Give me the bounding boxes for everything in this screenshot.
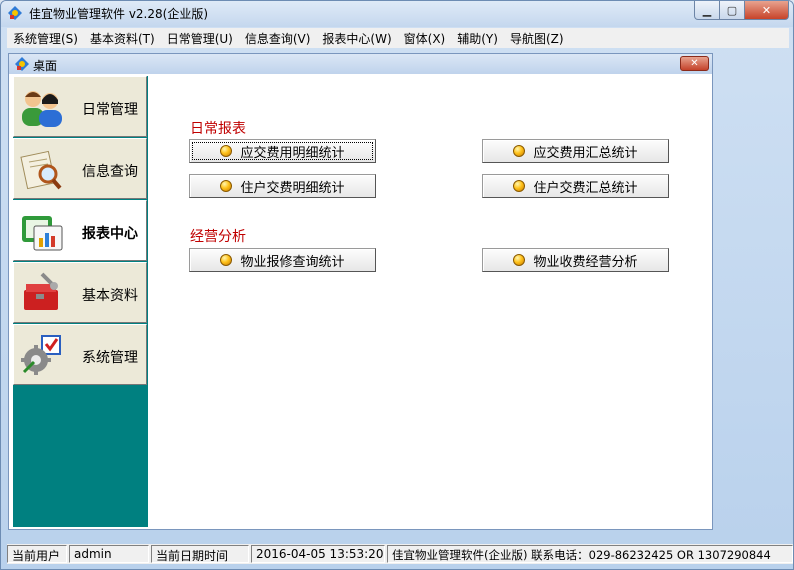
window-title: 佳宜物业管理软件 v2.28(企业版) bbox=[29, 7, 208, 21]
sidebar-item-label: 报表中心 bbox=[82, 226, 138, 242]
close-button[interactable]: ✕ bbox=[745, 1, 789, 20]
section-title-business-analysis: 经营分析 bbox=[190, 229, 246, 245]
button-label: 物业报修查询统计 bbox=[240, 254, 345, 270]
desktop-title: 桌面 bbox=[33, 59, 58, 73]
menu-basic-data[interactable]: 基本资料(T) bbox=[84, 30, 161, 47]
close-icon: ✕ bbox=[690, 58, 699, 69]
status-bar: 当前用户 admin 当前日期时间 2016-04-05 13:53:20 佳宜… bbox=[7, 544, 793, 564]
title-bar[interactable]: 佳宜物业管理软件 v2.28(企业版) ▁ ▢ ✕ bbox=[1, 1, 793, 27]
section-title-daily-reports: 日常报表 bbox=[190, 121, 246, 137]
gear-settings-icon bbox=[21, 335, 61, 375]
status-user-value: admin bbox=[69, 545, 149, 563]
orb-icon bbox=[513, 180, 526, 192]
toolbox-icon bbox=[24, 272, 58, 310]
status-datetime-value: 2016-04-05 13:53:20 bbox=[251, 545, 385, 563]
button-label: 应交费用汇总统计 bbox=[533, 145, 638, 161]
minimize-icon: ▁ bbox=[702, 3, 712, 17]
sidebar-item-label: 日常管理 bbox=[82, 102, 138, 118]
sidebar-item-system[interactable]: 系统管理 bbox=[13, 324, 147, 385]
status-user-label: 当前用户 bbox=[7, 545, 67, 563]
search-document-icon bbox=[20, 150, 62, 190]
maximize-icon: ▢ bbox=[726, 3, 738, 17]
status-info: 佳宜物业管理软件(企业版) 联系电话：029-86232425 OR 13072… bbox=[387, 545, 793, 563]
sidebar-item-label: 基本资料 bbox=[82, 288, 138, 304]
desktop-close-button[interactable]: ✕ bbox=[680, 56, 709, 71]
app-window: 佳宜物业管理软件 v2.28(企业版) ▁ ▢ ✕ 系统管理(S) 基本资料(T… bbox=[0, 0, 794, 570]
resident-payment-detail-button[interactable]: 住户交费明细统计 bbox=[189, 174, 376, 198]
orb-icon bbox=[220, 254, 233, 266]
orb-icon bbox=[513, 145, 526, 157]
app-logo-icon bbox=[15, 57, 29, 71]
minimize-button[interactable]: ▁ bbox=[694, 1, 720, 20]
button-label: 应交费用明细统计 bbox=[240, 145, 345, 161]
sidebar-item-label: 信息查询 bbox=[82, 164, 138, 180]
button-label: 物业收费经营分析 bbox=[533, 254, 638, 270]
sidebar-item-daily[interactable]: 日常管理 bbox=[13, 76, 147, 137]
menu-window[interactable]: 窗体(X) bbox=[398, 30, 452, 47]
users-icon bbox=[22, 91, 62, 127]
sidebar-item-label: 系统管理 bbox=[82, 350, 138, 366]
repair-query-stats-button[interactable]: 物业报修查询统计 bbox=[189, 248, 376, 272]
menu-reports[interactable]: 报表中心(W) bbox=[316, 30, 397, 47]
menu-bar: 系统管理(S) 基本资料(T) 日常管理(U) 信息查询(V) 报表中心(W) … bbox=[7, 28, 789, 48]
payable-fee-detail-button[interactable]: 应交费用明细统计 bbox=[189, 139, 376, 163]
orb-icon bbox=[220, 180, 233, 192]
app-logo-icon bbox=[8, 6, 22, 20]
orb-icon bbox=[513, 254, 526, 266]
desktop-window: 桌面 ✕ 日常管理 信息查询 报表中心 基本资料 系统管理 日常报表 应交费用明… bbox=[8, 53, 713, 530]
menu-system[interactable]: 系统管理(S) bbox=[7, 30, 84, 47]
button-label: 住户交费汇总统计 bbox=[533, 180, 638, 196]
menu-navigator[interactable]: 导航图(Z) bbox=[504, 30, 570, 47]
button-label: 住户交费明细统计 bbox=[240, 180, 345, 196]
fee-business-analysis-button[interactable]: 物业收费经营分析 bbox=[482, 248, 669, 272]
menu-help[interactable]: 辅助(Y) bbox=[451, 30, 504, 47]
payable-fee-summary-button[interactable]: 应交费用汇总统计 bbox=[482, 139, 669, 163]
orb-icon bbox=[220, 145, 233, 157]
status-datetime-label: 当前日期时间 bbox=[151, 545, 249, 563]
sidebar-item-query[interactable]: 信息查询 bbox=[13, 138, 147, 199]
menu-query[interactable]: 信息查询(V) bbox=[239, 30, 317, 47]
close-icon: ✕ bbox=[761, 3, 772, 17]
sidebar: 日常管理 信息查询 报表中心 基本资料 系统管理 bbox=[13, 76, 148, 527]
sidebar-item-basic-data[interactable]: 基本资料 bbox=[13, 262, 147, 323]
menu-daily[interactable]: 日常管理(U) bbox=[161, 30, 239, 47]
maximize-button[interactable]: ▢ bbox=[720, 1, 745, 20]
report-panel: 日常报表 应交费用明细统计 应交费用汇总统计 住户交费明细统计 住户交费汇总统计… bbox=[149, 76, 709, 527]
resident-payment-summary-button[interactable]: 住户交费汇总统计 bbox=[482, 174, 669, 198]
sidebar-item-reports[interactable]: 报表中心 bbox=[13, 200, 147, 261]
desktop-title-bar[interactable]: 桌面 ✕ bbox=[9, 54, 712, 74]
report-chart-icon bbox=[22, 216, 63, 251]
